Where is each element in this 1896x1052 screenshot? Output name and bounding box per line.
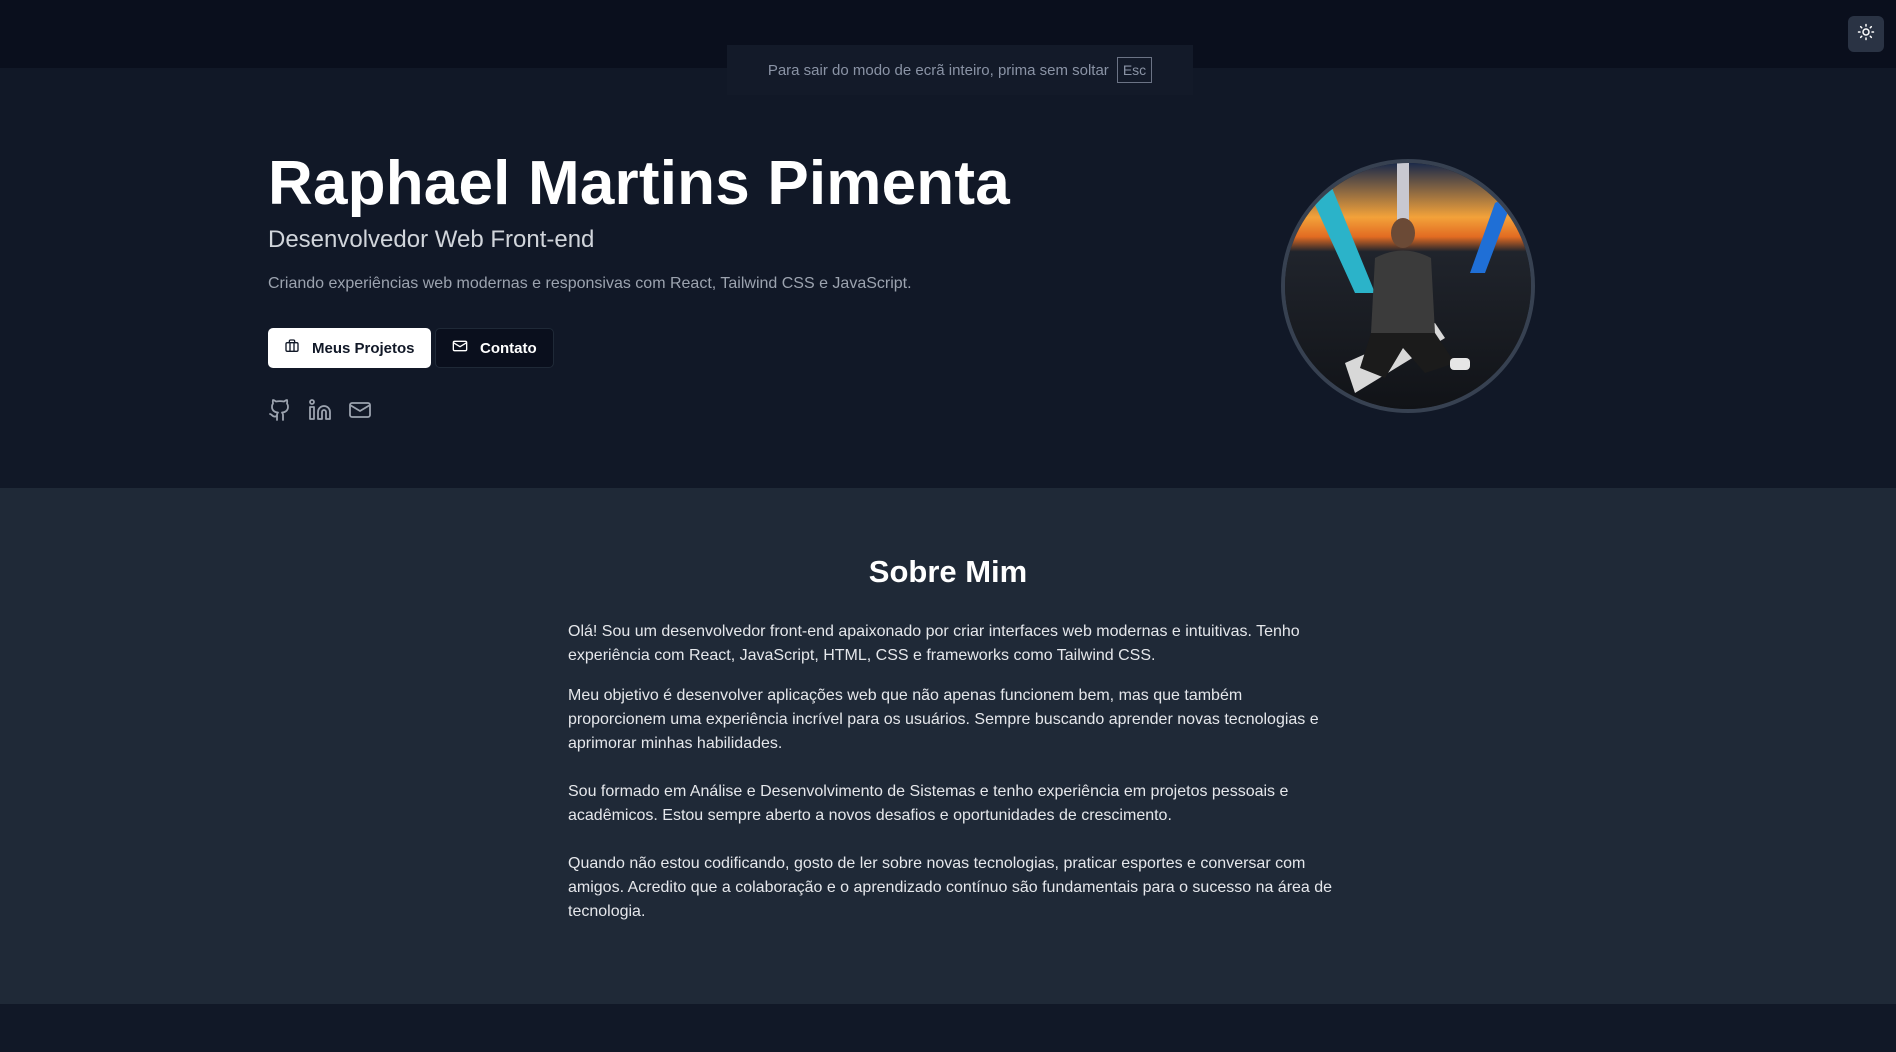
hero-description: Criando experiências web modernas e resp… [268, 275, 912, 292]
about-title: Sobre Mim [868, 554, 1028, 589]
profile-avatar [1281, 159, 1535, 413]
about-paragraph: Meu objetivo é desenvolver aplicações we… [568, 687, 1319, 752]
github-icon[interactable] [268, 398, 292, 422]
my-projects-label: Meus Projetos [312, 339, 415, 357]
about-section: Sobre Mim Olá! Sou um desenvolvedor fron… [0, 488, 1896, 1004]
about-body: Olá! Sou um desenvolvedor front-end apai… [568, 620, 1338, 940]
fullscreen-notice-text: Para sair do modo de ecrã inteiro, prima… [767, 61, 1109, 79]
hero-name: Raphael Martins Pimenta [268, 149, 1010, 218]
mail-icon[interactable] [348, 398, 372, 422]
linkedin-icon[interactable] [308, 398, 332, 422]
about-paragraph: Sou formado em Análise e Desenvolvimento… [568, 783, 1289, 824]
contact-label: Contato [480, 339, 537, 357]
sun-icon [1857, 23, 1875, 46]
theme-toggle-button[interactable] [1848, 16, 1884, 52]
esc-key-hint: Esc [1116, 57, 1153, 83]
hero-role: Desenvolvedor Web Front-end [268, 226, 595, 253]
briefcase-icon [284, 338, 300, 358]
my-projects-button[interactable]: Meus Projetos [268, 328, 431, 368]
fullscreen-exit-notice: Para sair do modo de ecrã inteiro, prima… [727, 45, 1193, 95]
social-links [268, 398, 372, 422]
next-section [0, 1004, 1896, 1052]
about-paragraph: Olá! Sou um desenvolvedor front-end apai… [568, 623, 1300, 664]
contact-button[interactable]: Contato [435, 328, 554, 368]
hero-section: Raphael Martins Pimenta Desenvolvedor We… [0, 68, 1896, 488]
mail-icon [452, 338, 468, 358]
about-paragraph: Quando não estou codificando, gosto de l… [568, 855, 1333, 920]
